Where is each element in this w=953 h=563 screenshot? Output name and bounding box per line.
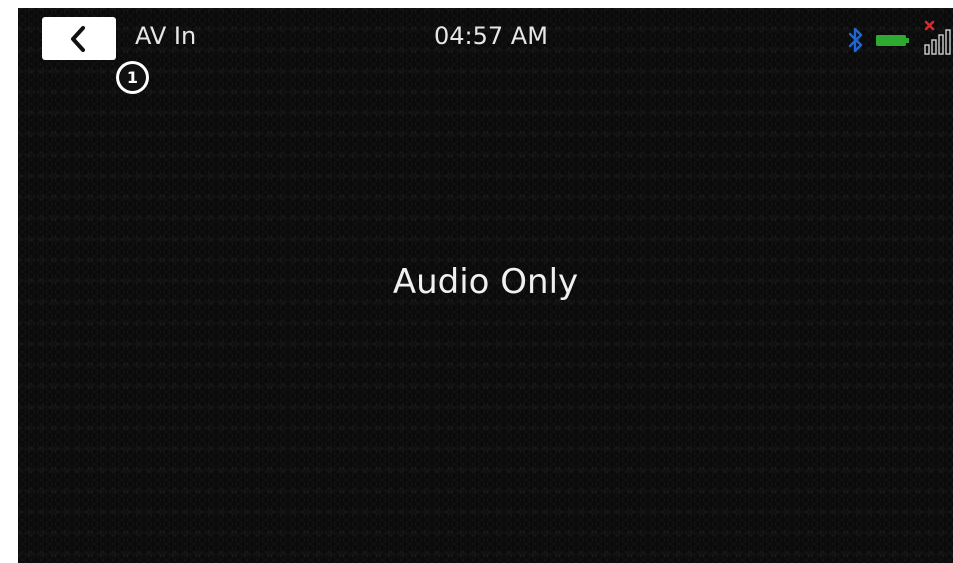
page-title: AV In xyxy=(135,22,197,50)
chevron-left-icon xyxy=(71,25,85,52)
av-in-screen: AV In 1 04:57 AM Audio Only xyxy=(18,8,953,563)
status-icons xyxy=(847,20,953,60)
audio-only-message: Audio Only xyxy=(392,262,579,302)
bluetooth-icon xyxy=(847,25,865,55)
clock: 04:57 AM xyxy=(434,22,548,50)
back-button[interactable] xyxy=(42,17,116,60)
battery-icon xyxy=(875,30,913,50)
callout-number: 1 xyxy=(119,64,146,91)
callout-marker: 1 xyxy=(116,61,149,94)
signal-disconnected-icon xyxy=(923,20,953,60)
